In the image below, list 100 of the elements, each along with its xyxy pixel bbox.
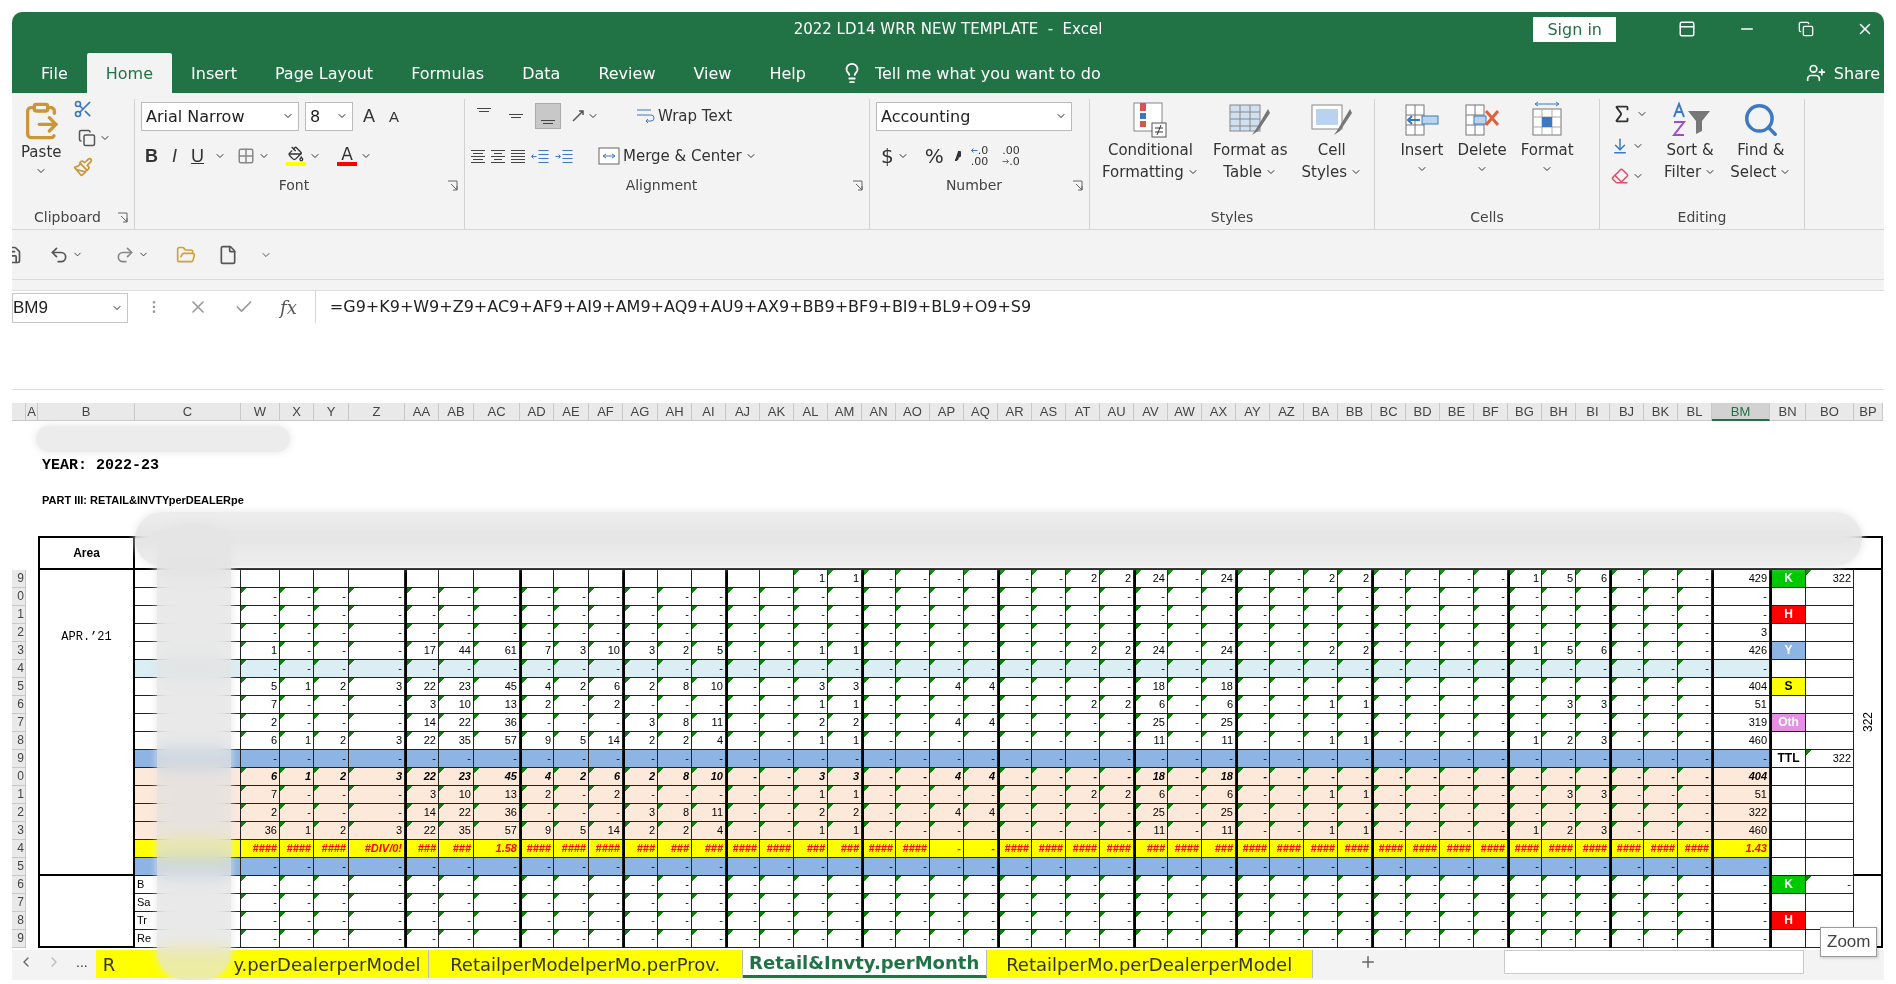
dialog-launcher-icon[interactable] — [1072, 179, 1083, 191]
dialog-launcher-icon[interactable] — [852, 179, 863, 191]
row-number[interactable]: 4 — [12, 660, 26, 678]
dialog-launcher-icon[interactable] — [117, 211, 128, 223]
column-header[interactable]: AU — [1100, 403, 1134, 421]
font-name-dropdown[interactable]: Arial Narrow — [141, 101, 299, 131]
row-number[interactable]: 6 — [12, 696, 26, 714]
column-header[interactable]: AB — [439, 403, 474, 421]
column-header[interactable]: AP — [930, 403, 964, 421]
wrap-text-button[interactable]: Wrap Text — [630, 103, 738, 129]
column-header[interactable]: BB — [1338, 403, 1372, 421]
currency-button[interactable]: $ — [876, 140, 914, 172]
horizontal-scrollbar[interactable] — [1504, 950, 1804, 974]
row-number[interactable]: 1 — [12, 786, 26, 804]
restore-icon[interactable] — [1798, 21, 1814, 37]
column-header[interactable]: BG — [1508, 403, 1542, 421]
font-size-dropdown[interactable]: 8 — [305, 101, 353, 131]
column-header[interactable]: B — [38, 403, 135, 421]
column-header[interactable]: AI — [692, 403, 726, 421]
column-header[interactable]: AO — [896, 403, 930, 421]
find-button[interactable]: Find & Select — [1727, 99, 1795, 205]
row-number[interactable]: 2 — [12, 804, 26, 822]
increase-indent-icon[interactable] — [555, 149, 573, 163]
row-number[interactable]: 1 — [12, 606, 26, 624]
column-header[interactable]: AK — [760, 403, 794, 421]
sheet-tab[interactable]: RetailperModelperMo.perProv. — [428, 950, 743, 978]
dialog-launcher-icon[interactable] — [447, 179, 458, 191]
column-header[interactable]: BK — [1644, 403, 1678, 421]
sheet-tab[interactable]: RetailperMo.perDealerperModel — [986, 950, 1313, 978]
column-header[interactable]: BM — [1712, 403, 1770, 421]
copy-icon[interactable] — [77, 129, 96, 147]
column-header[interactable]: AH — [658, 403, 692, 421]
sort-button[interactable]: Sort & Filter — [1661, 99, 1720, 205]
menu-tab[interactable]: Review — [579, 53, 675, 93]
menu-tab[interactable]: View — [674, 53, 751, 93]
column-header[interactable]: AV — [1134, 403, 1168, 421]
row-number[interactable]: 4 — [12, 840, 26, 858]
paste-button[interactable]: Paste — [18, 99, 65, 205]
column-header[interactable]: BA — [1304, 403, 1338, 421]
column-header[interactable]: AX — [1202, 403, 1236, 421]
column-header[interactable]: AT — [1066, 403, 1100, 421]
column-header[interactable]: AM — [828, 403, 862, 421]
new-file-icon[interactable] — [218, 244, 238, 265]
row-number[interactable]: 0 — [12, 588, 26, 606]
more-sheets-button[interactable]: ... — [68, 950, 96, 974]
column-header[interactable]: BN — [1770, 403, 1806, 421]
share-button[interactable]: Share — [1801, 53, 1884, 93]
row-number[interactable]: 9 — [12, 570, 26, 588]
column-header[interactable]: AY — [1236, 403, 1270, 421]
cut-icon[interactable] — [72, 99, 93, 119]
align-bottom-button[interactable] — [535, 103, 561, 129]
underline-button[interactable]: U — [187, 143, 208, 169]
paint-bucket-icon[interactable] — [288, 146, 304, 162]
column-header[interactable]: W — [241, 403, 280, 421]
column-header[interactable]: AE — [554, 403, 589, 421]
eraser-icon[interactable] — [1611, 167, 1629, 185]
column-header[interactable]: AC — [474, 403, 520, 421]
column-header[interactable]: Y — [314, 403, 349, 421]
column-header[interactable]: AG — [623, 403, 658, 421]
decrease-indent-icon[interactable] — [531, 149, 549, 163]
name-box[interactable]: BM9 — [12, 293, 128, 323]
column-header[interactable]: BI — [1576, 403, 1610, 421]
column-header[interactable]: BC — [1372, 403, 1406, 421]
redo-icon[interactable] — [115, 244, 135, 265]
column-header[interactable]: AF — [589, 403, 623, 421]
format-button[interactable]: Format — [1517, 99, 1577, 205]
column-header[interactable]: BD — [1406, 403, 1440, 421]
menu-tab[interactable]: Data — [503, 53, 580, 93]
column-header[interactable]: BJ — [1610, 403, 1644, 421]
row-number[interactable]: 9 — [12, 750, 26, 768]
person-plus-icon[interactable] — [1805, 63, 1826, 83]
percent-button[interactable]: % — [919, 140, 949, 172]
column-header[interactable]: A — [26, 403, 38, 421]
menu-tab[interactable]: Home — [86, 53, 173, 93]
italic-button[interactable]: I — [168, 143, 181, 169]
row-number[interactable]: 6 — [12, 876, 26, 894]
menu-tab[interactable]: File — [22, 53, 87, 93]
comma-style-icon[interactable] — [954, 151, 961, 161]
column-header[interactable]: Z — [349, 403, 405, 421]
row-number[interactable]: 7 — [12, 894, 26, 912]
insert-button[interactable]: Insert — [1397, 99, 1447, 205]
column-header[interactable]: AA — [405, 403, 439, 421]
number-format-dropdown[interactable]: Accounting — [876, 101, 1072, 131]
row-number[interactable]: 8 — [12, 732, 26, 750]
conditional-button[interactable]: Conditional Formatting — [1098, 99, 1202, 205]
column-header[interactable]: X — [280, 403, 314, 421]
cell-button[interactable]: Cell Styles — [1298, 99, 1366, 205]
column-header[interactable]: AZ — [1270, 403, 1304, 421]
ribbon-display-icon[interactable] — [1678, 20, 1696, 38]
column-header[interactable]: AL — [794, 403, 828, 421]
grow-font-button[interactable]: A — [359, 103, 379, 129]
column-header[interactable]: AQ — [964, 403, 998, 421]
delete-button[interactable]: Delete — [1454, 99, 1510, 205]
grid-icon[interactable] — [237, 147, 255, 165]
shrink-font-button[interactable]: A — [385, 105, 404, 127]
row-number[interactable]: 5 — [12, 858, 26, 876]
tell-me-search[interactable]: Tell me what you want to do — [874, 63, 1101, 83]
decrease-decimal-button[interactable]: .00 .0 — [998, 144, 1024, 168]
column-header[interactable]: AJ — [726, 403, 760, 421]
column-header[interactable]: AR — [998, 403, 1032, 421]
